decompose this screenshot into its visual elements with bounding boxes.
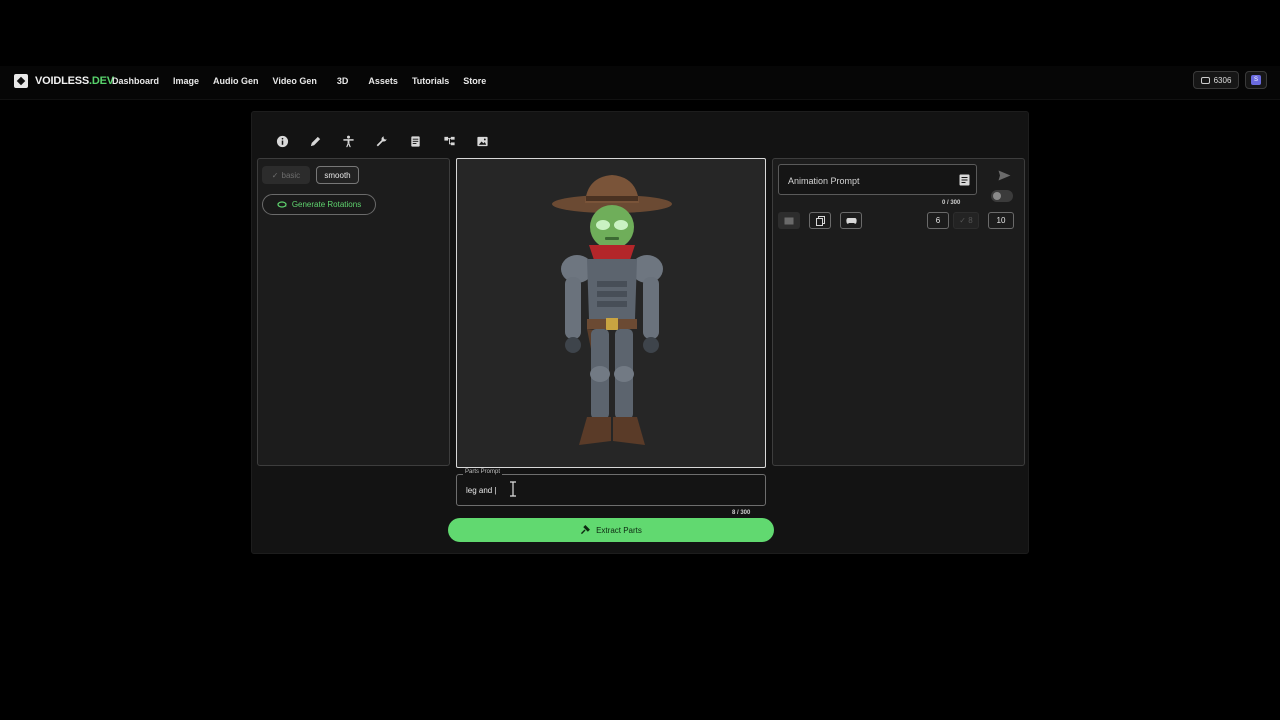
avatar[interactable]: S	[1245, 71, 1267, 89]
hammer-icon	[581, 525, 591, 535]
image-icon[interactable]	[474, 133, 490, 149]
basic-mode-label: basic	[281, 170, 301, 180]
document-icon[interactable]	[407, 133, 423, 149]
nav-store[interactable]: Store	[463, 76, 486, 86]
top-nav-bar: VOIDLESS.DEV Dashboard Image Audio Gen V…	[0, 66, 1280, 100]
smooth-mode-label: smooth	[324, 170, 351, 180]
credits-badge[interactable]: 6306	[1193, 71, 1239, 89]
check-icon: ✓	[271, 170, 279, 180]
rotate-icon	[277, 201, 287, 208]
frames-8-label: 8	[968, 216, 973, 225]
animation-char-count: 0 / 300	[942, 200, 961, 206]
brand-logo-icon	[14, 74, 28, 88]
extract-parts-label: Extract Parts	[596, 525, 642, 535]
brand[interactable]: VOIDLESS.DEV	[14, 74, 114, 88]
copy-icon	[815, 215, 825, 226]
nav-assets[interactable]: Assets	[368, 76, 398, 86]
character-image	[552, 175, 672, 445]
extract-parts-button[interactable]: Extract Parts	[448, 518, 774, 542]
frames-10-button[interactable]: 10	[988, 212, 1014, 229]
send-button[interactable]	[995, 166, 1013, 184]
avatar-initial: S	[1251, 75, 1261, 85]
film-icon	[784, 217, 794, 224]
main-nav: Dashboard Image Audio Gen Video Gen 3D A…	[112, 76, 500, 86]
wrench-icon[interactable]	[373, 133, 389, 149]
loop-toggle[interactable]	[991, 190, 1013, 202]
nav-audio-gen[interactable]: Audio Gen	[213, 76, 259, 86]
parts-prompt-value: leg and |	[466, 486, 497, 495]
credits-icon	[1200, 76, 1210, 84]
nav-dashboard[interactable]: Dashboard	[112, 76, 159, 86]
frames-8-button[interactable]: ✓ 8	[953, 212, 979, 229]
document-icon[interactable]	[959, 174, 970, 186]
gamepad-button[interactable]	[840, 212, 862, 229]
film-button[interactable]	[778, 212, 800, 229]
text-cursor-icon	[510, 481, 516, 497]
character-preview	[456, 158, 766, 468]
hierarchy-icon[interactable]	[441, 133, 457, 149]
pencil-icon[interactable]	[307, 133, 323, 149]
parts-prompt-label: Parts Prompt	[463, 469, 503, 475]
info-icon[interactable]	[274, 133, 290, 149]
animation-prompt-input[interactable]: Animation Prompt	[778, 164, 977, 195]
smooth-mode-button[interactable]: smooth	[316, 166, 359, 184]
nav-3d[interactable]: 3D	[337, 76, 349, 86]
nav-video-gen[interactable]: Video Gen	[273, 76, 317, 86]
credits-count: 6306	[1213, 75, 1232, 85]
frames-6-button[interactable]: 6	[927, 212, 949, 229]
animation-panel: Animation Prompt 0 / 300 6 ✓ 8 10	[772, 158, 1025, 466]
copy-button[interactable]	[809, 212, 831, 229]
generate-rotations-label: Generate Rotations	[291, 200, 362, 209]
nav-image[interactable]: Image	[173, 76, 199, 86]
nav-tutorials[interactable]: Tutorials	[412, 76, 449, 86]
gamepad-icon	[845, 217, 857, 224]
basic-mode-button[interactable]: ✓ basic	[262, 166, 310, 184]
editor-card: ✓ basic smooth Generate Rotations Parts …	[251, 111, 1029, 554]
animation-prompt-placeholder: Animation Prompt	[788, 176, 860, 186]
figure-icon[interactable]	[340, 133, 356, 149]
parts-prompt-input[interactable]: Parts Prompt leg and |	[456, 469, 766, 506]
brand-name: VOIDLESS.DEV	[35, 75, 114, 87]
parts-char-count: 8 / 300	[732, 510, 751, 516]
generate-rotations-button[interactable]: Generate Rotations	[262, 194, 376, 215]
send-icon	[998, 170, 1010, 180]
check-icon: ✓	[959, 216, 969, 225]
rotation-panel: ✓ basic smooth Generate Rotations	[257, 158, 450, 466]
